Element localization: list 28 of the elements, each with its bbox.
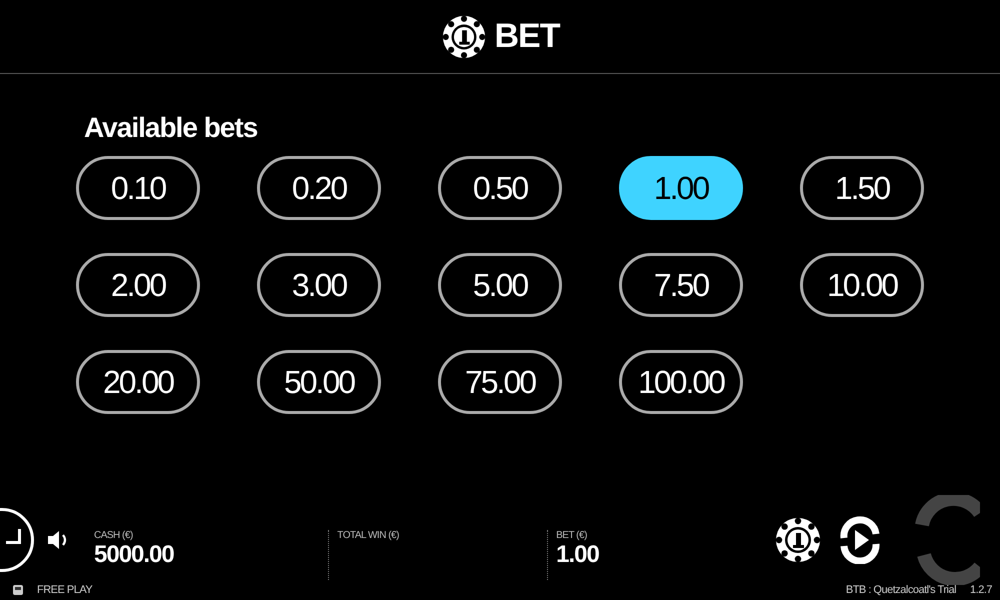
stat-label: TOTAL WIN (€): [337, 530, 400, 541]
bet-button[interactable]: 20.00: [76, 350, 200, 414]
bet-button[interactable]: 0.10: [76, 156, 200, 220]
title: BET: [494, 17, 560, 56]
bet-button[interactable]: 50.00: [257, 350, 381, 414]
bet-button[interactable]: 75.00: [438, 350, 562, 414]
game-name: BTB : Quetzalcoatl's Trial: [846, 584, 956, 596]
stat-value: 1.00: [556, 541, 600, 569]
stat-value: 5000.00: [94, 541, 175, 569]
bet-button[interactable]: 100.00: [619, 350, 743, 414]
section-title: Available bets: [84, 112, 258, 144]
bet-button[interactable]: 2.00: [76, 253, 200, 317]
bet-button[interactable]: 10.00: [800, 253, 924, 317]
chip-icon: [774, 516, 822, 564]
bet-button[interactable]: [774, 516, 822, 564]
mode-label: FREE PLAY: [37, 584, 92, 596]
bet-button[interactable]: 5.00: [438, 253, 562, 317]
chip-icon: [440, 14, 486, 60]
bet-button[interactable]: 1.00: [619, 156, 743, 220]
bet-button[interactable]: 1.50: [800, 156, 924, 220]
bet-button[interactable]: 0.20: [257, 156, 381, 220]
card-icon: [13, 585, 23, 595]
stat-label: BET (€): [556, 530, 588, 541]
version-label: 1.2.7: [970, 584, 992, 596]
bet-button[interactable]: 7.50: [619, 253, 743, 317]
stat-label: CASH (€): [94, 530, 134, 541]
bet-button[interactable]: 3.00: [257, 253, 381, 317]
bet-button[interactable]: 0.50: [438, 156, 562, 220]
